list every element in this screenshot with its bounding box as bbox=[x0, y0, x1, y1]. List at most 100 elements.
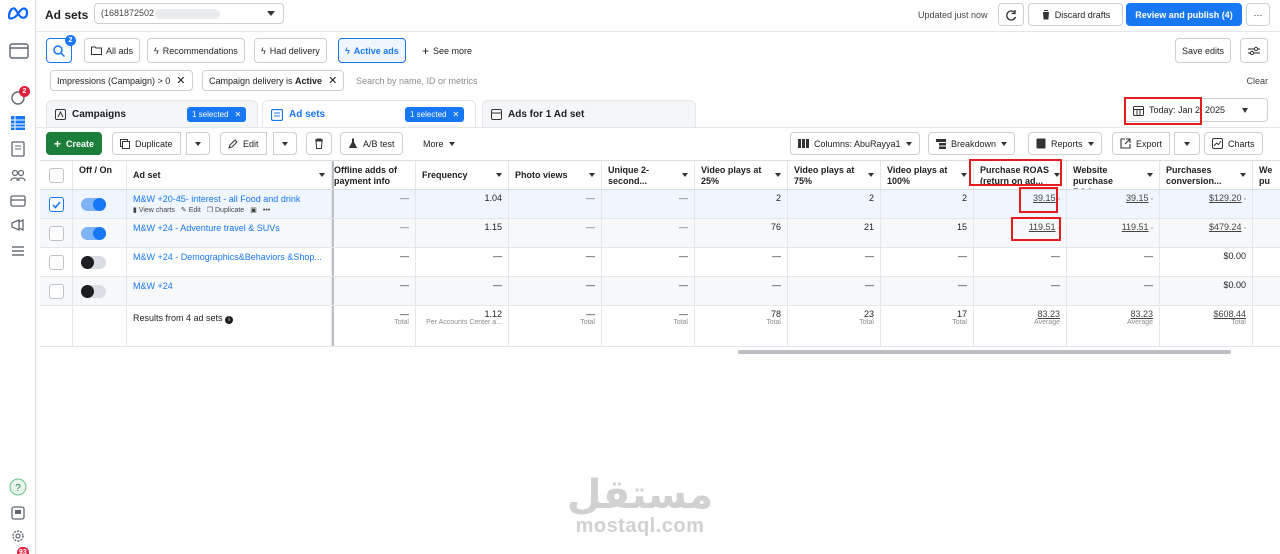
col-website-purchase-roas[interactable]: Website purchase ROA... bbox=[1067, 161, 1160, 189]
columns-button[interactable]: Columns: AbuRayya1 bbox=[790, 132, 920, 155]
tab-ad-sets[interactable]: Ad sets 1 selected ✕ bbox=[262, 100, 476, 128]
audiences-icon[interactable] bbox=[9, 166, 27, 184]
ad-set-name-link[interactable]: M&W +24 - Demographics&Behaviors &Shop..… bbox=[133, 252, 325, 262]
chip-active-ads[interactable]: ϟ Active ads bbox=[338, 38, 406, 63]
notifications-icon[interactable]: 2 bbox=[9, 86, 30, 106]
ab-test-button[interactable]: A/B test bbox=[340, 132, 403, 155]
megaphone-icon[interactable] bbox=[9, 216, 27, 234]
purchases-value[interactable]: $129.20 bbox=[1209, 193, 1242, 203]
refresh-button[interactable] bbox=[998, 3, 1024, 26]
delete-button[interactable] bbox=[306, 132, 332, 155]
breakdown-button[interactable]: Breakdown bbox=[928, 132, 1016, 155]
duplicate-button[interactable]: Duplicate bbox=[112, 132, 181, 155]
row-checkbox[interactable] bbox=[49, 197, 64, 212]
account-selector[interactable]: (1681872502 bbox=[94, 3, 284, 24]
col-video-plays-75[interactable]: Video plays at 75% bbox=[788, 161, 881, 189]
search-input[interactable]: Search by name, ID or metrics bbox=[356, 76, 478, 86]
sort-icon bbox=[589, 173, 595, 177]
create-button[interactable]: + Create bbox=[46, 132, 103, 155]
col-offline-adds[interactable]: Offline adds of payment info bbox=[332, 161, 416, 189]
reports-icon[interactable] bbox=[9, 140, 27, 158]
edit-button[interactable]: Edit bbox=[220, 132, 267, 155]
image-icon[interactable]: ▣ bbox=[250, 206, 257, 214]
search-filter-button[interactable]: 2 bbox=[46, 35, 76, 63]
filter-settings-button[interactable] bbox=[1240, 38, 1268, 63]
row-checkbox[interactable] bbox=[49, 284, 64, 299]
website-roas-value[interactable]: 39.15 bbox=[1126, 193, 1149, 203]
billing-icon[interactable] bbox=[9, 192, 27, 210]
col-video-plays-25[interactable]: Video plays at 25% bbox=[695, 161, 788, 189]
close-icon[interactable]: ✕ bbox=[452, 110, 459, 119]
info-icon[interactable]: i bbox=[225, 316, 234, 324]
chip-all-ads[interactable]: All ads bbox=[84, 38, 141, 63]
table-row[interactable]: M&W +20-45- interest - all Food and drin… bbox=[40, 190, 1280, 219]
more-options-button[interactable]: ··· bbox=[1246, 3, 1270, 26]
col-off-on[interactable]: Off / On bbox=[73, 161, 127, 189]
review-and-publish-button[interactable]: Review and publish (4) bbox=[1126, 3, 1242, 26]
close-icon[interactable]: ✕ bbox=[176, 74, 185, 87]
col-ad-set[interactable]: Ad set bbox=[127, 161, 332, 189]
clear-filters-link[interactable]: Clear bbox=[1246, 76, 1268, 86]
tab-ads[interactable]: Ads for 1 Ad set bbox=[482, 100, 696, 128]
reports-button[interactable]: Reports bbox=[1028, 132, 1102, 155]
col-website-purchases[interactable]: We pu bbox=[1253, 161, 1280, 189]
col-unique-2-second[interactable]: Unique 2-second... bbox=[602, 161, 695, 189]
discard-drafts-button[interactable]: Discard drafts bbox=[1028, 3, 1123, 26]
duplicate-link[interactable]: ❐ Duplicate bbox=[207, 206, 244, 214]
chevron-down-icon bbox=[1087, 141, 1094, 146]
ad-set-name-link[interactable]: M&W +24 bbox=[133, 281, 325, 291]
filter-chip-impressions[interactable]: Impressions (Campaign) > 0 ✕ bbox=[50, 70, 193, 91]
see-more-button[interactable]: + See more bbox=[416, 38, 478, 63]
help-icon[interactable]: ? bbox=[9, 478, 27, 496]
duplicate-dropdown-button[interactable] bbox=[186, 132, 210, 155]
select-all-checkbox[interactable] bbox=[49, 168, 64, 183]
col-purchases-conversion[interactable]: Purchases conversion... bbox=[1160, 161, 1253, 189]
all-tools-menu-icon[interactable] bbox=[9, 242, 27, 260]
campaigns-selected-pill[interactable]: 1 selected ✕ bbox=[187, 107, 247, 122]
account-overview-icon[interactable] bbox=[9, 42, 29, 60]
horizontal-scrollbar[interactable] bbox=[738, 350, 1231, 354]
save-edits-button[interactable]: Save edits bbox=[1175, 38, 1232, 63]
purchase-roas-value[interactable]: 119.51 bbox=[1029, 222, 1056, 232]
col-video-plays-100[interactable]: Video plays at 100% bbox=[881, 161, 974, 189]
date-range-picker[interactable]: Today: Jan 2, 2025 bbox=[1124, 98, 1268, 122]
delivery-toggle[interactable] bbox=[81, 256, 106, 269]
feedback-icon[interactable] bbox=[9, 504, 27, 522]
edit-link[interactable]: ✎ Edit bbox=[181, 206, 201, 214]
svg-text:?: ? bbox=[15, 483, 21, 494]
table-row[interactable]: M&W +24 — — — — — — — — — $0.00 bbox=[40, 277, 1280, 306]
export-dropdown-button[interactable] bbox=[1174, 132, 1200, 155]
purchase-roas-value[interactable]: 39.15 bbox=[1033, 193, 1056, 203]
table-row[interactable]: M&W +24 - Adventure travel & SUVs — 1.15… bbox=[40, 219, 1280, 248]
chip-had-delivery[interactable]: ϟ Had delivery bbox=[254, 38, 327, 63]
delivery-toggle[interactable] bbox=[81, 198, 106, 211]
charts-button[interactable]: Charts bbox=[1204, 132, 1263, 155]
meta-logo-icon[interactable] bbox=[7, 6, 29, 20]
tab-campaigns[interactable]: Campaigns 1 selected ✕ bbox=[46, 100, 258, 128]
chip-recommendations[interactable]: ϟ Recommendations bbox=[147, 38, 245, 63]
edit-dropdown-button[interactable] bbox=[273, 132, 297, 155]
search-icon bbox=[53, 44, 65, 57]
delivery-toggle[interactable] bbox=[81, 285, 106, 298]
close-icon[interactable]: ✕ bbox=[234, 110, 241, 119]
purchases-value[interactable]: $479.24 bbox=[1209, 222, 1242, 232]
settings-gear-icon[interactable] bbox=[9, 527, 27, 545]
export-button[interactable]: Export bbox=[1112, 132, 1171, 155]
more-actions-link[interactable]: ••• bbox=[263, 207, 270, 214]
adsets-selected-pill[interactable]: 1 selected ✕ bbox=[405, 107, 465, 122]
view-charts-link[interactable]: ▮ View charts bbox=[133, 206, 175, 214]
col-purchase-roas[interactable]: Purchase ROAS (return on ad... bbox=[974, 161, 1067, 189]
more-button[interactable]: More bbox=[416, 132, 462, 155]
delivery-toggle[interactable] bbox=[81, 227, 106, 240]
close-icon[interactable]: ✕ bbox=[328, 74, 337, 87]
website-roas-value[interactable]: 119.51 bbox=[1122, 222, 1149, 232]
ad-set-name-link[interactable]: M&W +20-45- interest - all Food and drin… bbox=[133, 194, 325, 204]
campaigns-table-icon[interactable] bbox=[9, 114, 27, 132]
col-photo-views[interactable]: Photo views bbox=[509, 161, 602, 189]
col-frequency[interactable]: Frequency bbox=[416, 161, 509, 189]
ad-set-name-link[interactable]: M&W +24 - Adventure travel & SUVs bbox=[133, 223, 325, 233]
row-checkbox[interactable] bbox=[49, 226, 64, 241]
row-checkbox[interactable] bbox=[49, 255, 64, 270]
table-row[interactable]: M&W +24 - Demographics&Behaviors &Shop..… bbox=[40, 248, 1280, 277]
filter-chip-delivery[interactable]: Campaign delivery is Active ✕ bbox=[202, 70, 345, 91]
